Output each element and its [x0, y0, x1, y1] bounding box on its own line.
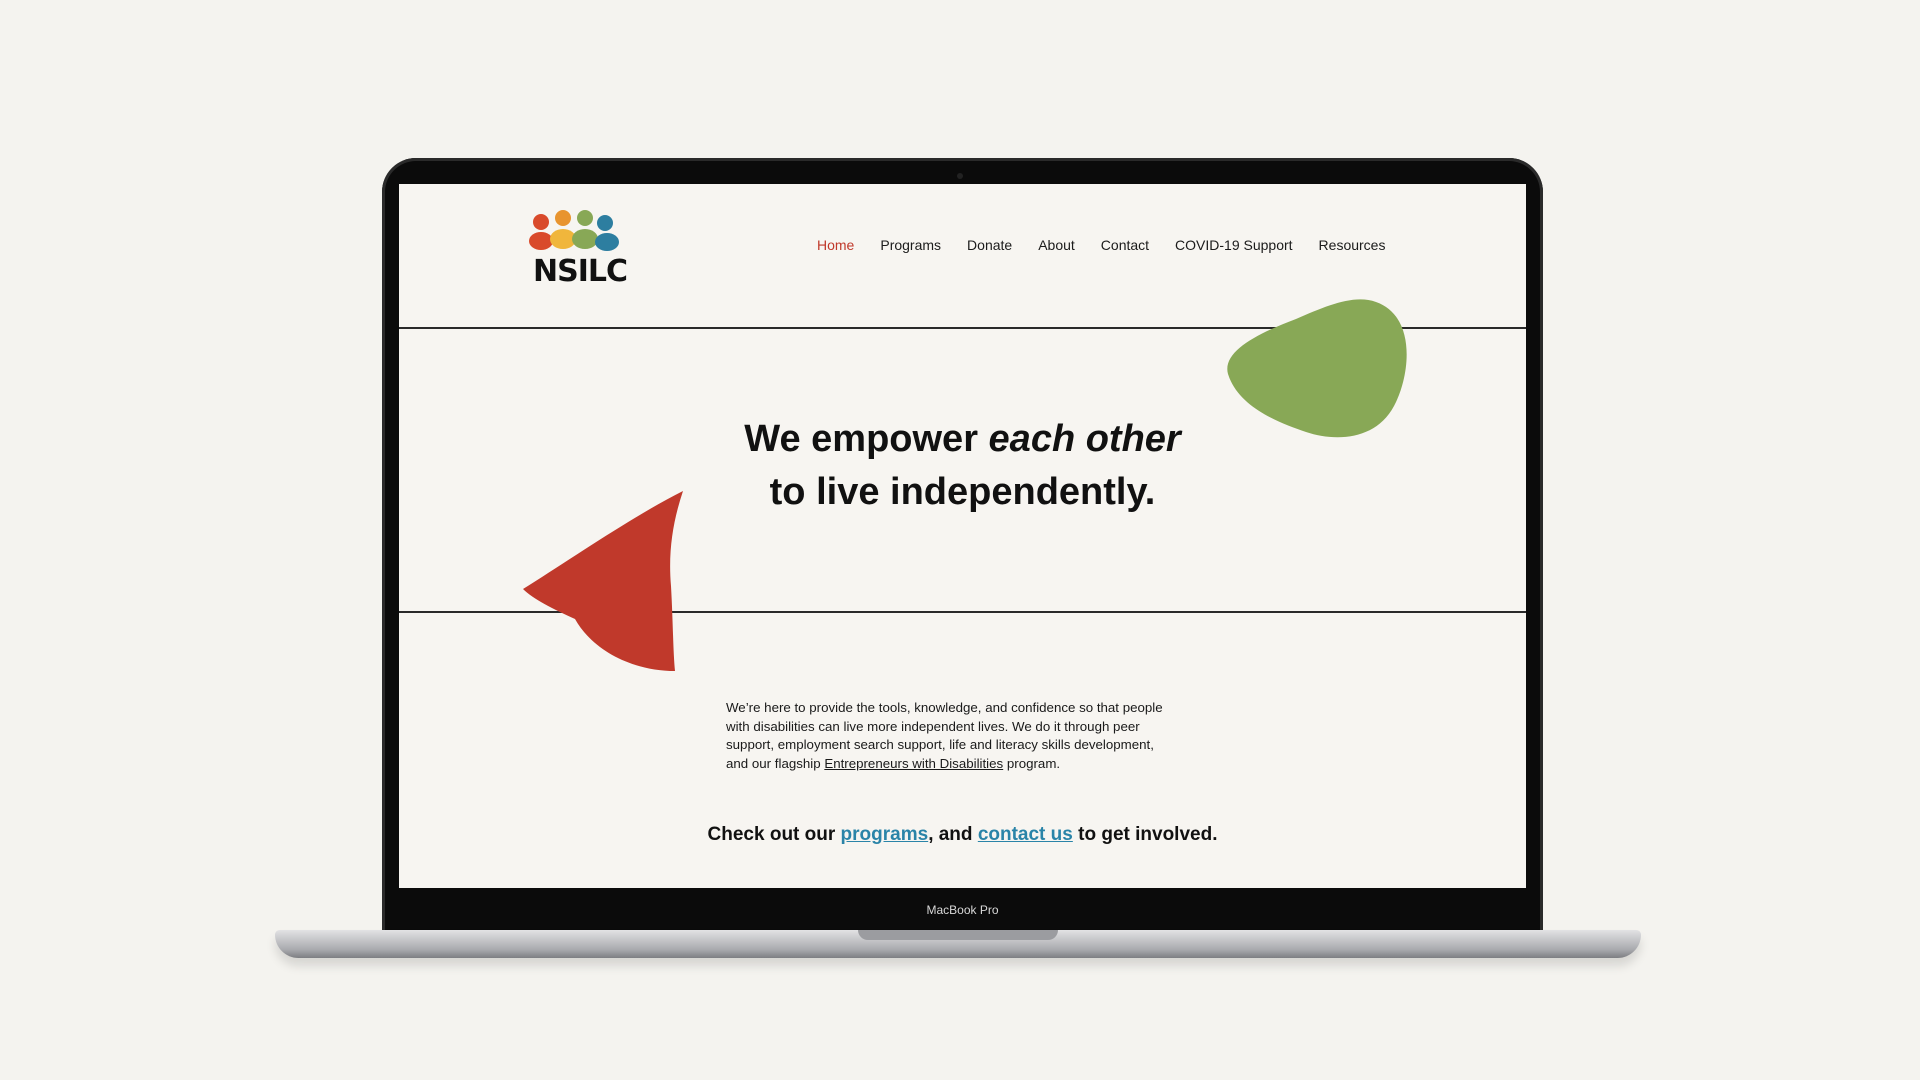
cta-prefix: Check out our [707, 824, 841, 845]
laptop-base [275, 930, 1641, 958]
stage: NSILC Home Programs Donate About Contact… [0, 0, 1920, 1080]
contact-us-link[interactable]: contact us [978, 824, 1073, 845]
nav-programs[interactable]: Programs [880, 237, 941, 253]
mission-text-end: program. [1003, 755, 1061, 771]
laptop-lid: NSILC Home Programs Donate About Contact… [382, 158, 1543, 933]
logo-text: NSILC [533, 254, 628, 289]
hero-line1-plain: We empower [744, 418, 989, 460]
nav-home[interactable]: Home [817, 237, 854, 253]
programs-link[interactable]: programs [841, 824, 929, 845]
cta-suffix: to get involved. [1072, 824, 1218, 845]
main-nav: Home Programs Donate About Contact COVID… [817, 237, 1385, 253]
camera-dot [957, 173, 963, 179]
red-triangle-decoration [523, 491, 683, 671]
nav-donate[interactable]: Donate [967, 237, 1012, 253]
browser-screen: NSILC Home Programs Donate About Contact… [399, 184, 1526, 888]
nav-about[interactable]: About [1038, 237, 1075, 253]
nav-contact[interactable]: Contact [1101, 237, 1149, 253]
nsilc-logo[interactable]: NSILC [529, 208, 628, 298]
laptop-notch [858, 930, 1058, 940]
call-to-action: Check out our programs, and contact us t… [399, 824, 1526, 846]
nav-covid-support[interactable]: COVID-19 Support [1175, 237, 1293, 253]
device-label: MacBook Pro [926, 903, 999, 917]
entrepreneurs-link[interactable]: Entrepreneurs with Disabilities [824, 756, 1003, 771]
hero-line1-italic: each other [988, 418, 1181, 460]
mission-paragraph: We’re here to provide the tools, knowled… [726, 699, 1176, 773]
nav-resources[interactable]: Resources [1319, 237, 1386, 253]
cta-middle: , and [928, 824, 978, 845]
